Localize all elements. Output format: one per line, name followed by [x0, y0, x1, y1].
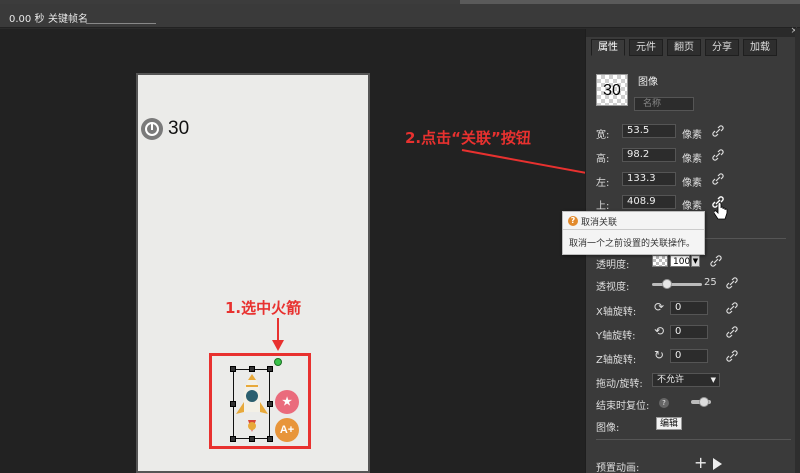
opacity-label: 透明度:	[596, 260, 630, 271]
resize-handle-br[interactable]	[267, 436, 273, 442]
resize-handle-tl[interactable]	[230, 366, 236, 372]
drag-rotate-select[interactable]: 不允许 ▼	[652, 373, 720, 387]
timeline-bar: 0.00 秒 关键帧名	[0, 4, 800, 28]
left-unit: 像素	[682, 178, 702, 189]
timer-value[interactable]: 30	[168, 118, 189, 140]
tooltip-divider	[563, 229, 704, 230]
tab-loading[interactable]: 加载	[743, 39, 777, 56]
perspective-slider-track[interactable]	[652, 283, 702, 286]
y-rotation-label: Y轴旋转:	[596, 331, 636, 342]
height-unit: 像素	[682, 154, 702, 165]
object-thumbnail: 30	[596, 74, 628, 106]
keyframe-name-label: 关键帧名	[48, 14, 88, 25]
keyframe-name-input[interactable]	[86, 10, 156, 24]
link-icon[interactable]	[726, 350, 738, 362]
resize-handle-b[interactable]	[249, 436, 255, 442]
top-label: 上:	[596, 201, 610, 212]
x-rotation-label: X轴旋转:	[596, 307, 637, 318]
tab-components[interactable]: 元件	[629, 39, 663, 56]
help-icon[interactable]: ?	[659, 398, 669, 408]
z-rotation-icon: ↻	[654, 348, 665, 362]
annotation-step1: 1.选中火箭	[225, 299, 302, 317]
resize-handle-t[interactable]	[249, 366, 255, 372]
unlink-tooltip: ? 取消关联 取消一个之前设置的关联操作。	[562, 211, 705, 255]
tooltip-title: 取消关联	[581, 218, 618, 228]
left-input[interactable]: 133.3	[622, 172, 676, 186]
annotation-arrow-down	[272, 318, 284, 351]
opacity-input[interactable]: 100	[670, 255, 690, 267]
drag-rotate-label: 拖动/旋转:	[596, 379, 643, 390]
link-icon[interactable]	[710, 255, 722, 267]
annotation-step2: 2.点击“关联”按钮	[405, 129, 531, 147]
hand-cursor-icon	[714, 203, 728, 220]
tab-share[interactable]: 分享	[705, 39, 739, 56]
perspective-slider-knob[interactable]	[662, 279, 672, 289]
panel-scrollbar[interactable]	[795, 28, 800, 473]
left-label: 左:	[596, 178, 610, 189]
resize-handle-bl[interactable]	[230, 436, 236, 442]
toggle-knob	[699, 397, 709, 407]
width-unit: 像素	[682, 130, 702, 141]
selection-frame[interactable]	[233, 369, 270, 439]
resize-handle-tr[interactable]	[267, 366, 273, 372]
resize-handle-r[interactable]	[267, 401, 273, 407]
height-label: 高:	[596, 154, 610, 165]
rotation-handle[interactable]	[274, 358, 282, 366]
object-type-label: 图像	[638, 77, 658, 88]
pink-star-button[interactable]: ★	[275, 390, 299, 414]
preset-animation-label: 预置动画:	[596, 463, 640, 473]
link-icon[interactable]	[726, 302, 738, 314]
link-icon[interactable]	[726, 326, 738, 338]
top-unit: 像素	[682, 201, 702, 212]
panel-tabs: 属性 元件 翻页 分享 加载	[591, 39, 781, 56]
chevron-down-icon: ▼	[710, 376, 716, 384]
image-edit-button[interactable]: 编辑	[656, 417, 682, 430]
opacity-dropdown[interactable]: ▼	[691, 255, 700, 267]
object-name-input[interactable]: 名称	[634, 97, 694, 111]
tab-properties[interactable]: 属性	[591, 39, 625, 56]
z-rotation-label: Z轴旋转:	[596, 355, 637, 366]
drag-rotate-value: 不允许	[657, 375, 685, 385]
x-rotation-input[interactable]: 0	[670, 301, 708, 315]
question-icon: ?	[568, 216, 578, 226]
top-input[interactable]: 408.9	[622, 195, 676, 209]
height-input[interactable]: 98.2	[622, 148, 676, 162]
orange-a-plus-button[interactable]: A+	[275, 418, 299, 442]
panel-header: ×	[586, 26, 800, 37]
width-input[interactable]: 53.5	[622, 124, 676, 138]
perspective-label: 透视度:	[596, 282, 630, 293]
add-icon[interactable]: +	[694, 455, 707, 471]
reset-on-end-label: 结束时复位:	[596, 401, 650, 412]
reset-on-end-toggle[interactable]	[689, 397, 713, 407]
time-display: 0.00 秒	[9, 14, 45, 25]
z-rotation-input[interactable]: 0	[670, 349, 708, 363]
y-rotation-input[interactable]: 0	[670, 325, 708, 339]
play-icon[interactable]	[713, 458, 722, 470]
timer-icon	[141, 118, 163, 140]
divider	[596, 439, 791, 440]
link-icon[interactable]	[726, 277, 738, 289]
x-rotation-icon: ⟳	[654, 300, 665, 314]
link-icon[interactable]	[712, 173, 724, 185]
tab-page-turn[interactable]: 翻页	[667, 39, 701, 56]
y-rotation-icon: ⟲	[654, 324, 665, 338]
link-icon[interactable]	[712, 149, 724, 161]
tooltip-body: 取消一个之前设置的关联操作。	[569, 239, 696, 249]
link-icon[interactable]	[712, 125, 724, 137]
resize-handle-l[interactable]	[230, 401, 236, 407]
perspective-value: 25	[704, 277, 717, 288]
image-label: 图像:	[596, 423, 620, 434]
opacity-swatch	[652, 255, 668, 267]
width-label: 宽:	[596, 130, 610, 141]
